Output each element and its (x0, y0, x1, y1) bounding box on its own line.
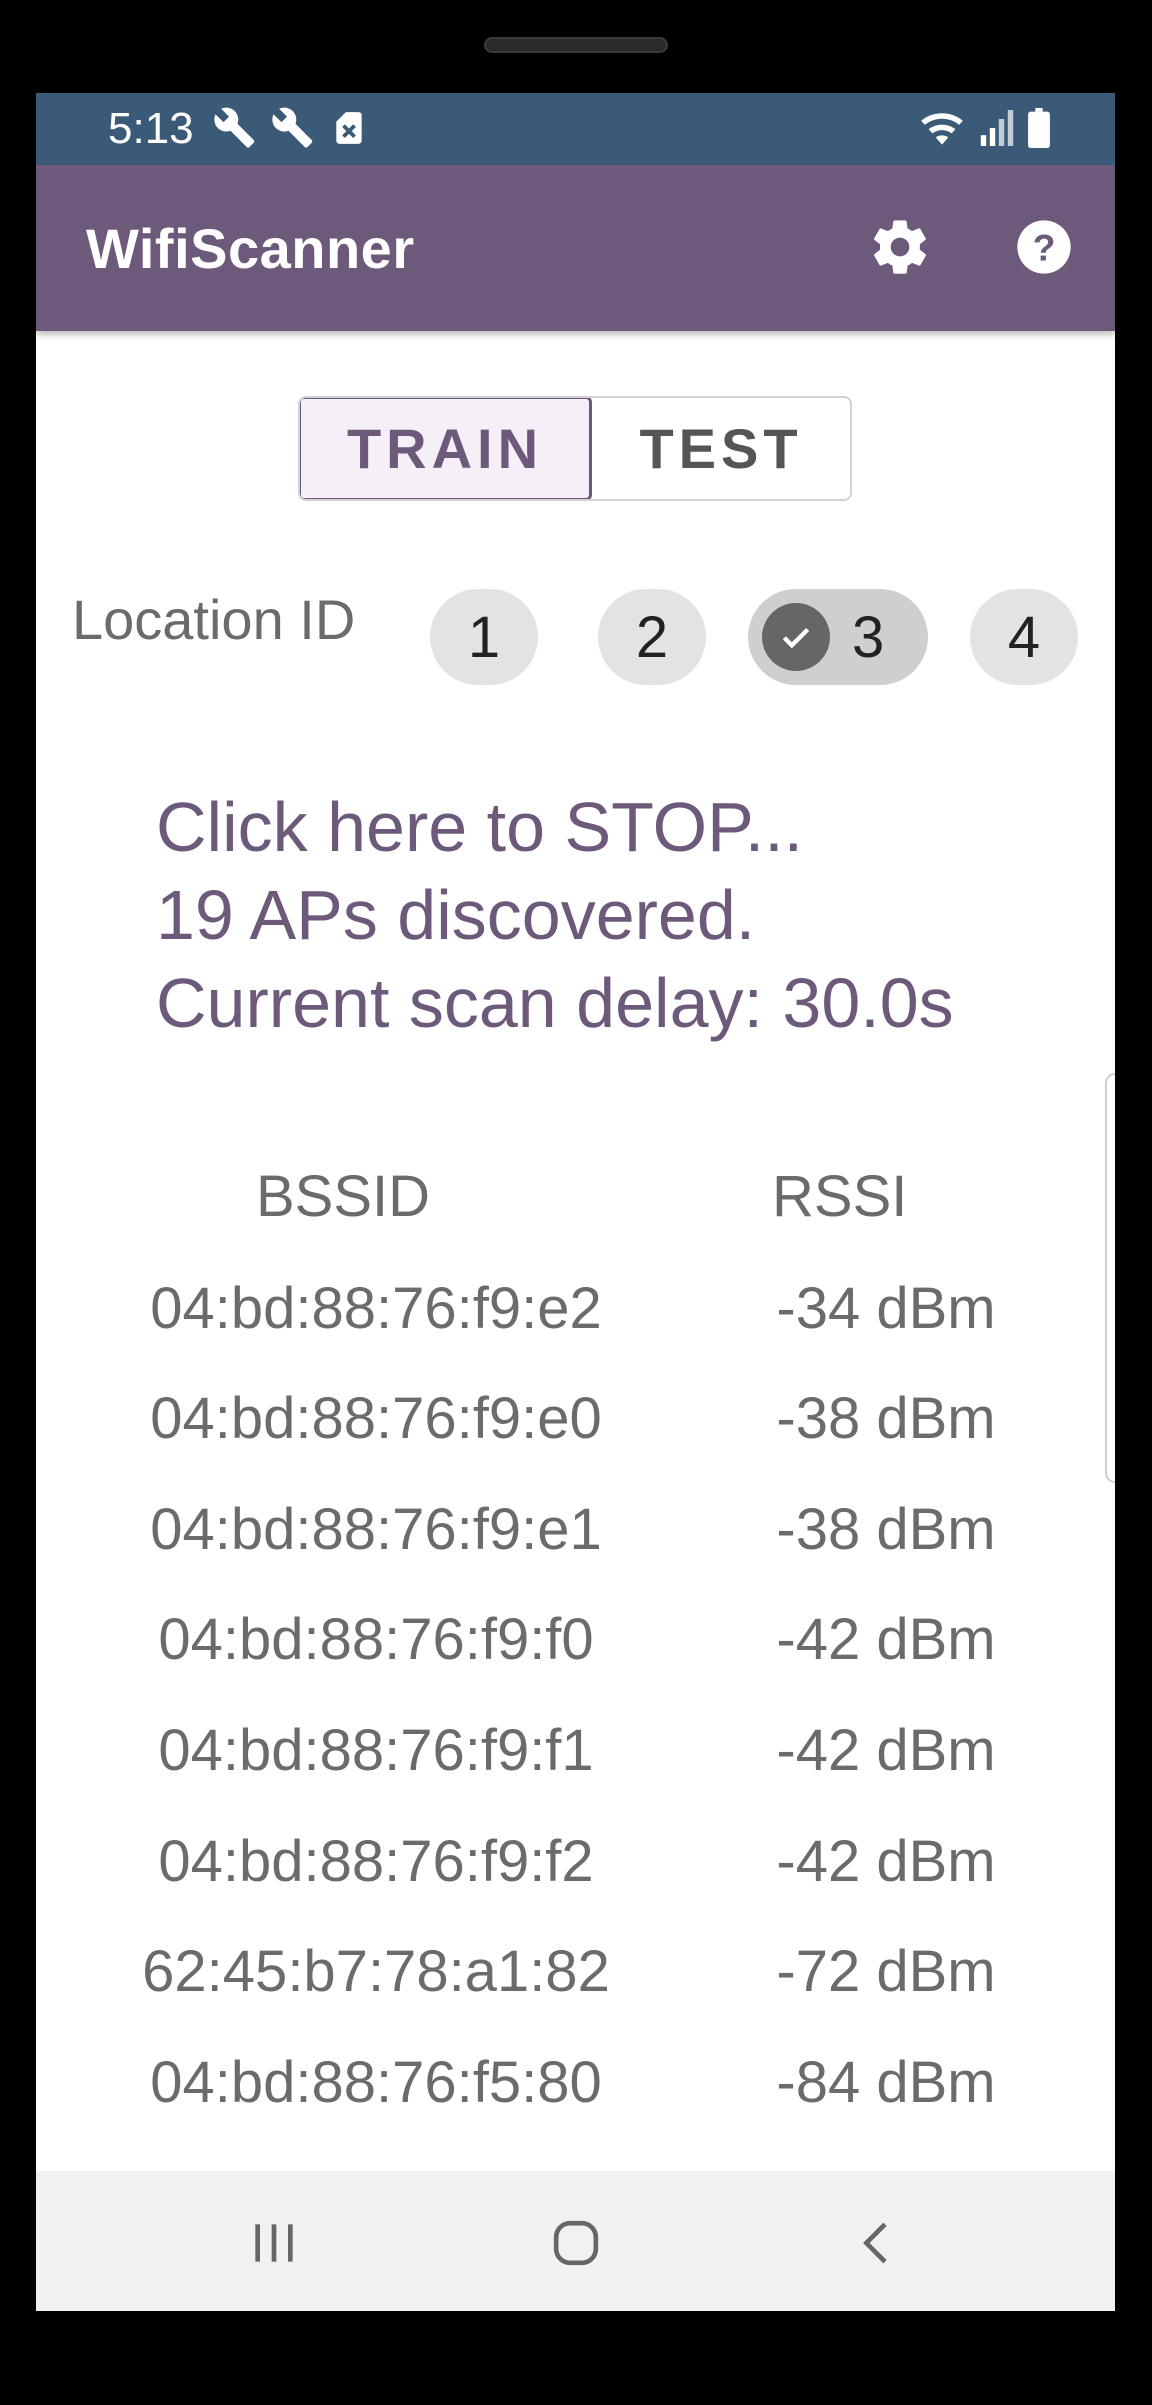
table-row: 04:bd:88:76:f9:e0 -38 dBm (36, 1385, 1115, 1495)
table-row: 04:bd:88:76:f9:f0 -42 dBm (36, 1606, 1115, 1716)
bssid-cell: 04:bd:88:76:f9:f1 (158, 1718, 594, 1783)
battery-icon (1027, 107, 1051, 153)
bssid-cell: 04:bd:88:76:f9:e1 (150, 1497, 602, 1562)
settings-button[interactable] (860, 209, 940, 289)
screen: 5:13 WifiScanner ? TRAIN TEST Location I… (36, 93, 1115, 2311)
mode-toggle: TRAIN TEST (298, 396, 852, 501)
bssid-cell: 04:bd:88:76:f9:f0 (158, 1607, 594, 1672)
table-row: 04:bd:88:76:f5:80 -84 dBm (36, 2049, 1115, 2159)
wifi-icon (917, 106, 967, 155)
rssi-cell: -38 dBm (776, 1386, 996, 1451)
help-icon: ? (1012, 215, 1076, 284)
table-row: 62:45:b7:78:a1:82 -72 dBm (36, 1938, 1115, 2048)
rssi-cell: -38 dBm (776, 1497, 996, 1562)
settings-icon (868, 215, 932, 284)
location-chip-1[interactable]: 1 (430, 589, 538, 685)
location-id-label: Location ID (72, 588, 356, 651)
table-row: 04:bd:88:76:f9:e2 -34 dBm (36, 1275, 1115, 1385)
earpiece-speaker (484, 37, 668, 53)
scan-delay-text: Current scan delay: 30.0s (156, 964, 954, 1042)
help-button[interactable]: ? (1004, 209, 1084, 289)
bssid-cell: 04:bd:88:76:f9:f2 (158, 1829, 594, 1894)
stop-scan-text: Click here to STOP... (156, 788, 804, 866)
scan-status-message[interactable]: Click here to STOP... 19 APs discovered.… (156, 783, 954, 1047)
phone-frame: 5:13 WifiScanner ? TRAIN TEST Location I… (0, 0, 1152, 2405)
app-title: WifiScanner (86, 217, 415, 280)
check-icon (762, 603, 830, 671)
location-chip-3[interactable]: 3 (748, 589, 928, 685)
rssi-cell: -42 dBm (776, 1607, 996, 1672)
status-bar: 5:13 (36, 93, 1115, 165)
svg-text:?: ? (1033, 226, 1056, 268)
bssid-cell: 04:bd:88:76:f5:80 (150, 2050, 602, 2115)
recents-icon (246, 2215, 302, 2276)
home-button[interactable] (536, 2205, 616, 2285)
back-button[interactable] (838, 2205, 918, 2285)
ap-count-text: 19 APs discovered. (156, 876, 756, 954)
rssi-cell: -42 dBm (776, 1718, 996, 1783)
status-icons-right (917, 107, 1051, 153)
chip-label: 2 (635, 604, 669, 670)
wrench-icon (272, 106, 316, 155)
bssid-cell: 04:bd:88:76:f9:e0 (150, 1386, 602, 1451)
train-toggle-button[interactable]: TRAIN (300, 398, 592, 499)
system-nav-bar (36, 2171, 1115, 2311)
rssi-cell: -72 dBm (776, 1939, 996, 2004)
location-chip-4[interactable]: 4 (970, 589, 1078, 685)
rssi-cell: -84 dBm (776, 2050, 996, 2115)
app-bar: WifiScanner ? (36, 165, 1115, 331)
table-row: 04:bd:88:76:f9:f1 -42 dBm (36, 1717, 1115, 1827)
wrench-icon (214, 106, 258, 155)
table-row: 04:bd:88:76:f9:f2 -42 dBm (36, 1828, 1115, 1938)
status-time: 5:13 (108, 104, 194, 153)
bssid-header: BSSID (256, 1164, 431, 1229)
status-icons-left (214, 107, 368, 153)
rssi-cell: -34 dBm (776, 1276, 996, 1341)
sim-error-icon (330, 109, 368, 152)
test-toggle-button[interactable]: TEST (592, 398, 850, 499)
home-icon (548, 2215, 604, 2276)
bssid-cell: 62:45:b7:78:a1:82 (142, 1939, 610, 2004)
rssi-header: RSSI (772, 1164, 908, 1229)
chip-label: 3 (852, 604, 885, 670)
chip-label: 4 (1007, 604, 1041, 670)
back-icon (850, 2215, 906, 2276)
table-row: 04:bd:88:76:f9:e1 -38 dBm (36, 1496, 1115, 1606)
recents-button[interactable] (234, 2205, 314, 2285)
location-chip-2[interactable]: 2 (598, 589, 706, 685)
chip-label: 1 (467, 604, 501, 670)
rssi-cell: -42 dBm (776, 1829, 996, 1894)
signal-icon (979, 108, 1015, 153)
bssid-cell: 04:bd:88:76:f9:e2 (150, 1276, 602, 1341)
